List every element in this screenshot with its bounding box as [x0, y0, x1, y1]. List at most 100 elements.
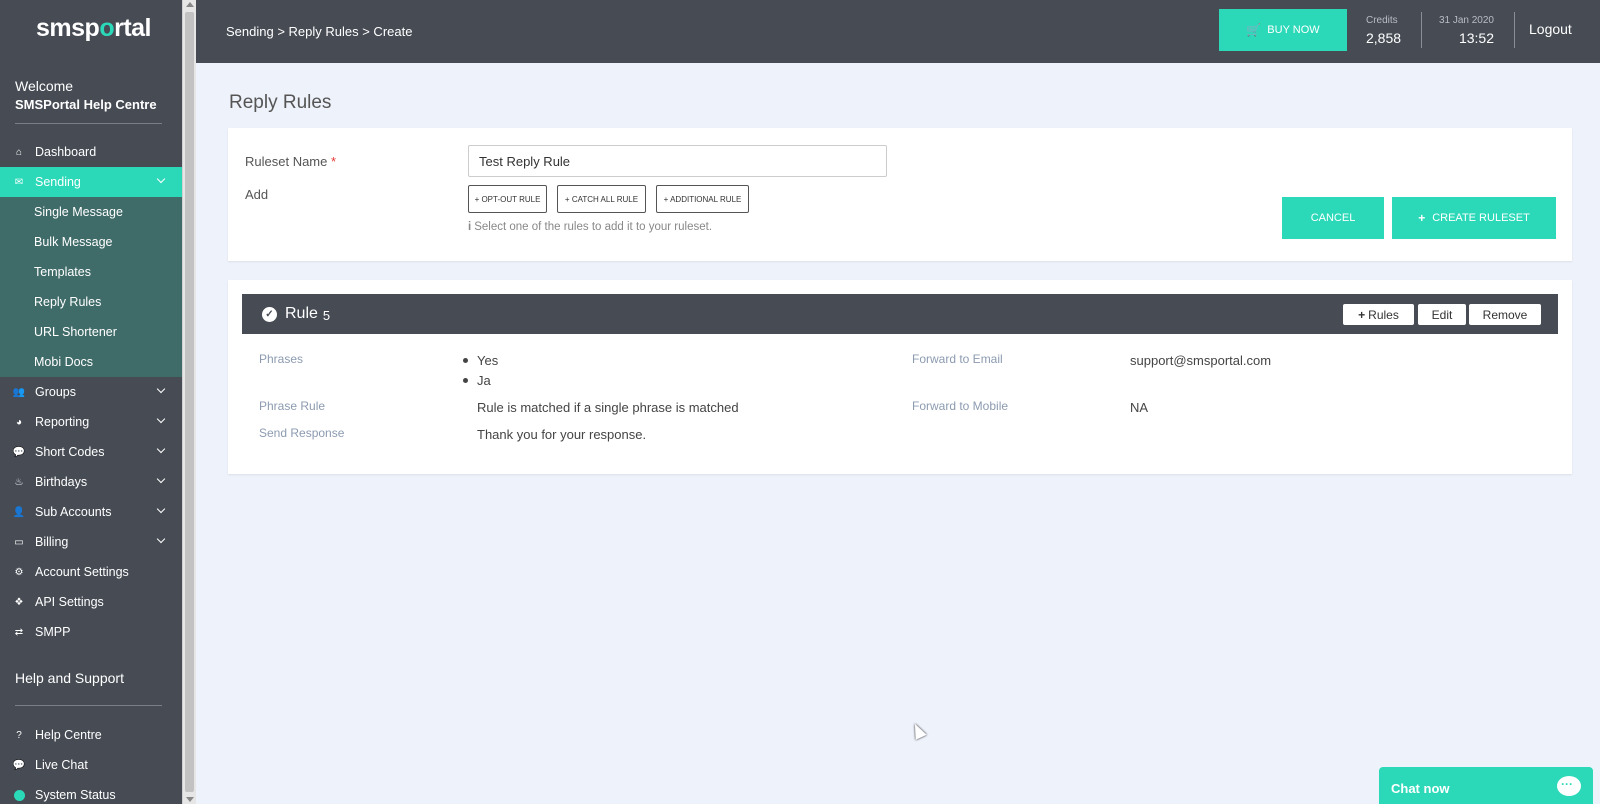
- rule-title: ✓ Rule 5: [262, 305, 330, 323]
- forward-email-label: Forward to Email: [912, 352, 1003, 366]
- add-rule-hint: i Select one of the rules to add it to yo…: [468, 221, 712, 233]
- ruleset-name-label-text: Ruleset Name: [245, 154, 328, 169]
- hint-text: Select one of the rules to add it to you…: [474, 221, 713, 233]
- sidebar-item-sending[interactable]: ✉ Sending: [0, 167, 182, 197]
- sidebar-item-label: Birthdays: [35, 475, 88, 489]
- datetime-display: 31 Jan 2020 13:52: [1426, 15, 1494, 46]
- forward-mobile-label: Forward to Mobile: [912, 399, 1009, 413]
- add-opt-out-rule-button[interactable]: + OPT-OUT RULE: [468, 185, 547, 213]
- sidebar-item-label: Reporting: [35, 415, 90, 429]
- send-response-label: Send Response: [259, 426, 345, 440]
- scrollbar-thumb[interactable]: [185, 12, 194, 792]
- remove-rule-button[interactable]: Remove: [1469, 304, 1541, 325]
- credits-label: Credits: [1366, 15, 1398, 26]
- credits-display: Credits 2,858: [1366, 15, 1401, 46]
- cancel-button[interactable]: CANCEL: [1282, 197, 1384, 239]
- time-value: 13:52: [1458, 30, 1494, 46]
- date-label: 31 Jan 2020: [1438, 15, 1494, 26]
- scroll-down-icon[interactable]: [186, 797, 194, 802]
- add-label: Add: [245, 187, 269, 202]
- smsportal-logo[interactable]: smsportal: [36, 14, 151, 43]
- pie-chart-icon: ◕: [15, 416, 23, 428]
- credit-card-icon: ▭: [14, 536, 24, 548]
- sidebar-item-api-settings[interactable]: ❖ API Settings: [0, 587, 182, 617]
- sidebar-subitem-bulk-message[interactable]: Bulk Message: [0, 227, 182, 257]
- create-ruleset-button[interactable]: + CREATE RULESET: [1392, 197, 1556, 239]
- sidebar-item-system-status[interactable]: System Status: [0, 780, 182, 804]
- add-catch-all-rule-button[interactable]: + CATCH ALL RULE: [557, 185, 646, 213]
- sidebar-item-reporting[interactable]: ◕ Reporting: [0, 407, 182, 437]
- account-name: SMSPortal Help Centre: [15, 97, 157, 112]
- mouse-cursor-icon: [909, 721, 927, 740]
- send-response-value: Thank you for your response.: [477, 427, 647, 442]
- rule-number: 5: [322, 307, 331, 323]
- sidebar-item-label: API Settings: [35, 595, 104, 609]
- sidebar-nav: ⌂ Dashboard ✉ Sending Single Message Bul…: [0, 137, 182, 647]
- chevron-down-icon: [156, 384, 166, 394]
- sidebar-scrollbar[interactable]: [182, 0, 196, 804]
- plus-icon: +: [1358, 307, 1366, 322]
- sidebar-subitem-url-shortener[interactable]: URL Shortener: [0, 317, 182, 347]
- scroll-up-icon[interactable]: [186, 2, 194, 7]
- sidebar-item-label: System Status: [35, 788, 116, 802]
- phrase-rule-label: Phrase Rule: [259, 399, 326, 413]
- buy-now-button[interactable]: 🛒 BUY NOW: [1219, 9, 1347, 51]
- rule-card: ✓ Rule 5 + Rules Edit Remove Phrases Yes…: [228, 280, 1572, 474]
- sidebar-item-smpp[interactable]: ⇄ SMPP: [0, 617, 182, 647]
- cubes-icon: ❖: [14, 596, 24, 608]
- topbar-divider: [1514, 12, 1515, 48]
- chat-bubble-icon: [1557, 776, 1581, 796]
- info-icon: i: [468, 221, 472, 233]
- exchange-icon: ⇄: [14, 626, 24, 638]
- plus-icon: +: [1418, 211, 1426, 225]
- sidebar-item-label: Help Centre: [35, 728, 102, 742]
- sidebar-item-live-chat[interactable]: 💬 Live Chat: [0, 750, 182, 780]
- chevron-down-icon: [156, 504, 166, 514]
- chat-now-widget[interactable]: Chat now: [1379, 767, 1593, 804]
- sidebar-subitem-templates[interactable]: Templates: [0, 257, 182, 287]
- add-additional-rule-button[interactable]: + ADDITIONAL RULE: [656, 185, 749, 213]
- sidebar-item-label: Short Codes: [35, 445, 105, 459]
- sidebar-item-dashboard[interactable]: ⌂ Dashboard: [0, 137, 182, 167]
- comment-icon: 💬: [12, 759, 26, 771]
- sidebar-item-label: Account Settings: [35, 565, 129, 579]
- create-ruleset-label: CREATE RULESET: [1432, 212, 1530, 224]
- sidebar-item-account-settings[interactable]: ⚙ Account Settings: [0, 557, 182, 587]
- rule-header: ✓ Rule 5 + Rules Edit Remove: [242, 294, 1558, 334]
- question-circle-icon: ?: [16, 729, 22, 741]
- ruleset-form-card: Ruleset Name * Add + OPT-OUT RULE + CATC…: [228, 128, 1572, 261]
- phrase-item: Yes: [463, 353, 498, 368]
- topbar-divider: [1421, 12, 1422, 48]
- phrases-label: Phrases: [259, 352, 304, 366]
- top-bar: Sending > Reply Rules > Create 🛒 BUY NOW…: [196, 0, 1600, 63]
- logo-text-o: o: [99, 14, 115, 42]
- forward-email-value: support@smsportal.com: [1130, 353, 1272, 368]
- sidebar-subitem-mobi-docs[interactable]: Mobi Docs: [0, 347, 182, 377]
- cogs-icon: ⚙: [14, 566, 24, 578]
- credits-value: 2,858: [1366, 30, 1402, 46]
- sidebar-item-billing[interactable]: ▭ Billing: [0, 527, 182, 557]
- sidebar-subitem-reply-rules[interactable]: Reply Rules: [0, 287, 182, 317]
- help-and-support-heading: Help and Support: [15, 670, 124, 686]
- sidebar-subitem-single-message[interactable]: Single Message: [0, 197, 182, 227]
- phrase-item: Ja: [463, 373, 491, 388]
- sidebar-item-help-centre[interactable]: ? Help Centre: [0, 720, 182, 750]
- sidebar-item-groups[interactable]: 👥 Groups: [0, 377, 182, 407]
- sidebar-item-short-codes[interactable]: 💬 Short Codes: [0, 437, 182, 467]
- sidebar-item-label: SMPP: [35, 625, 71, 639]
- shopping-cart-icon: 🛒: [1246, 23, 1262, 37]
- sidebar-item-label: Billing: [35, 535, 69, 549]
- help-nav: ? Help Centre 💬 Live Chat System Status: [0, 720, 182, 804]
- buy-now-label: BUY NOW: [1267, 24, 1320, 36]
- sending-submenu: Single Message Bulk Message Templates Re…: [0, 197, 182, 377]
- add-rules-button[interactable]: + Rules: [1343, 304, 1414, 325]
- chevron-down-icon: [156, 474, 166, 484]
- logout-link[interactable]: Logout: [1529, 21, 1572, 37]
- sidebar-item-sub-accounts[interactable]: 👤 Sub Accounts: [0, 497, 182, 527]
- status-dot-icon: [12, 788, 26, 802]
- edit-rule-button[interactable]: Edit: [1418, 304, 1466, 325]
- sidebar-item-birthdays[interactable]: ♨ Birthdays: [0, 467, 182, 497]
- logo-text-prefix: smsp: [36, 14, 100, 42]
- sidebar-item-label: Live Chat: [35, 758, 88, 772]
- ruleset-name-input[interactable]: [468, 145, 887, 177]
